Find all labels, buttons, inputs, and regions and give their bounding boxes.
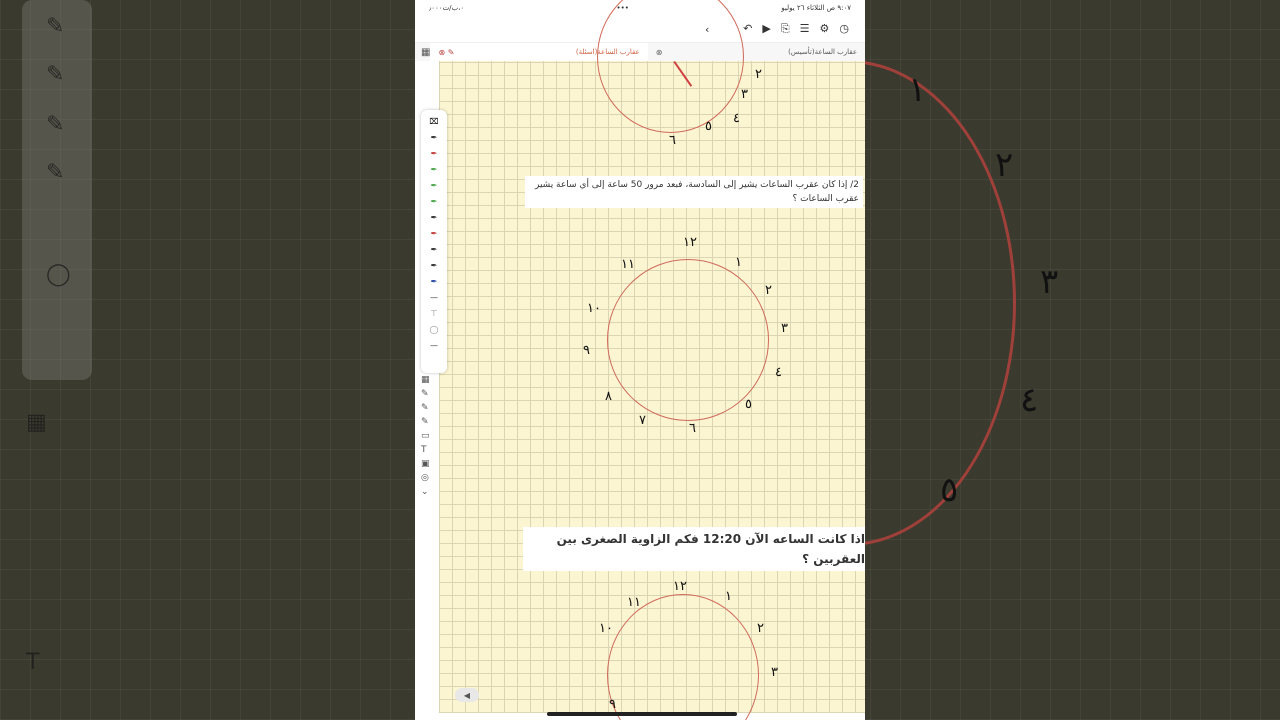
status-time: ٩:٠٧ ص الثلاثاء ٢٦ يوليو <box>781 4 851 12</box>
background-number: ٥ <box>940 470 959 510</box>
pen-tool[interactable]: ✒ <box>428 275 440 288</box>
play-icon[interactable]: ▶ <box>762 22 770 36</box>
pencil-icon[interactable]: ✎ <box>421 403 435 413</box>
pen-icon: ✎ <box>46 112 65 137</box>
background-number: ١ <box>908 70 927 110</box>
status-right-text: ٠،ب/ت٫٠٠٠ <box>429 4 465 12</box>
pen-tool[interactable]: ✒ <box>428 179 440 192</box>
eraser-icon[interactable]: ▭ <box>421 431 435 441</box>
pen-tool[interactable]: ✒ <box>428 259 440 272</box>
clock-number: ٤ <box>775 365 782 380</box>
clock-number: ١٢ <box>683 235 697 250</box>
pen-tool[interactable]: ✒ <box>428 131 440 144</box>
settings-icon[interactable]: ⚙ <box>820 22 830 36</box>
eraser-icon[interactable]: ⌧ <box>428 115 440 128</box>
clock-number: ٥ <box>745 397 752 412</box>
background-number: ٢ <box>995 145 1014 185</box>
grid-icon: ▦ <box>26 410 47 435</box>
pencil-icon[interactable]: ✎ <box>421 389 435 399</box>
tool-column: ▦ ✎ ✎ ✎ ▭ T ▣ ◎ ⌄ <box>421 375 435 497</box>
clock-number: ٣ <box>781 321 788 336</box>
ruler-icon[interactable]: ⊤ <box>428 307 440 320</box>
pen-tool[interactable]: ✒ <box>428 195 440 208</box>
undo-icon[interactable]: ↶ <box>743 22 752 36</box>
question-text: اذا كانت الساعه الآن 12:20 فكم الزاوية ا… <box>523 527 865 571</box>
pen-icon: ✎ <box>46 62 65 87</box>
question-text: 2/ إذا كان عقرب الساعات يشير إلى السادسة… <box>525 176 863 208</box>
clock-number: ١١ <box>627 595 641 610</box>
clock-number: ٦ <box>669 133 676 148</box>
background-number: ٤ <box>1020 380 1039 420</box>
background-tool-panel <box>22 0 92 380</box>
clock-circle <box>607 594 759 720</box>
clock-number: ١٢ <box>673 579 687 594</box>
clock-number: ١٠ <box>599 621 613 636</box>
clock-number: ١٠ <box>587 301 601 316</box>
pen-tool[interactable]: ✒ <box>428 243 440 256</box>
clock-number: ٣ <box>771 665 778 680</box>
clock-number: ١ <box>735 255 742 270</box>
pen-icon: ✎ <box>46 160 65 185</box>
line-tool-icon[interactable]: — <box>428 339 440 352</box>
note-canvas[interactable]: ٢ ٣ ٤ ٥ ٦ 2/ إذا كان عقرب الساعات يشير إ… <box>439 0 865 720</box>
clock-number: ٢ <box>765 283 772 298</box>
clock-number: ٢ <box>757 621 764 636</box>
circle-tool-icon[interactable]: ◯ <box>428 323 440 336</box>
pencil-icon[interactable]: ✎ <box>421 417 435 427</box>
play-button[interactable]: ◀ <box>455 688 479 702</box>
clock-number: ٦ <box>689 421 696 436</box>
clock-number: ٨ <box>605 389 612 404</box>
pen-tool[interactable]: ✒ <box>428 211 440 224</box>
grid-view-icon[interactable]: ▦ <box>415 47 430 58</box>
clock-number: ١ <box>725 589 732 604</box>
device-screen: ٠،ب/ت٫٠٠٠ ••• ٩:٠٧ ص الثلاثاء ٢٦ يوليو ‹… <box>415 0 865 720</box>
line-tool-icon[interactable]: — <box>428 291 440 304</box>
clock-number: ٤ <box>733 111 740 126</box>
pen-icon: ✎ <box>46 14 65 39</box>
grid-icon[interactable]: ▦ <box>421 375 435 385</box>
tab-label: عقارب الساعة(تأسيس) <box>788 48 858 56</box>
image-icon[interactable]: ▣ <box>421 459 435 469</box>
text-icon: T <box>26 650 40 675</box>
background-number: ٣ <box>1040 262 1059 302</box>
clock-number: ٩ <box>609 697 616 712</box>
clock-number: ١١ <box>621 257 635 272</box>
shape-icon: ◯ <box>46 262 71 287</box>
pages-icon[interactable]: ⎘ <box>781 22 790 36</box>
text-icon[interactable]: T <box>421 445 435 455</box>
list-icon[interactable]: ☰ <box>800 22 810 36</box>
clock-number: ٩ <box>583 343 590 358</box>
chevron-down-icon[interactable]: ⌄ <box>421 487 435 497</box>
clock-number: ٧ <box>639 413 646 428</box>
lasso-icon[interactable]: ◎ <box>421 473 435 483</box>
pen-tool[interactable]: ✒ <box>428 227 440 240</box>
pen-palette: ⌧ ✒ ✒ ✒ ✒ ✒ ✒ ✒ ✒ ✒ ✒ — ⊤ ◯ — <box>421 110 447 373</box>
clock-number: ٣ <box>741 87 748 102</box>
clock-icon[interactable]: ◷ <box>839 22 849 36</box>
home-indicator[interactable] <box>547 712 737 716</box>
clock-circle <box>597 0 744 133</box>
pen-tool[interactable]: ✒ <box>428 163 440 176</box>
clock-number: ٥ <box>705 119 712 134</box>
close-icon[interactable]: ⊗ ✎ <box>438 48 454 57</box>
pen-tool[interactable]: ✒ <box>428 147 440 160</box>
clock-number: ٢ <box>755 67 762 82</box>
